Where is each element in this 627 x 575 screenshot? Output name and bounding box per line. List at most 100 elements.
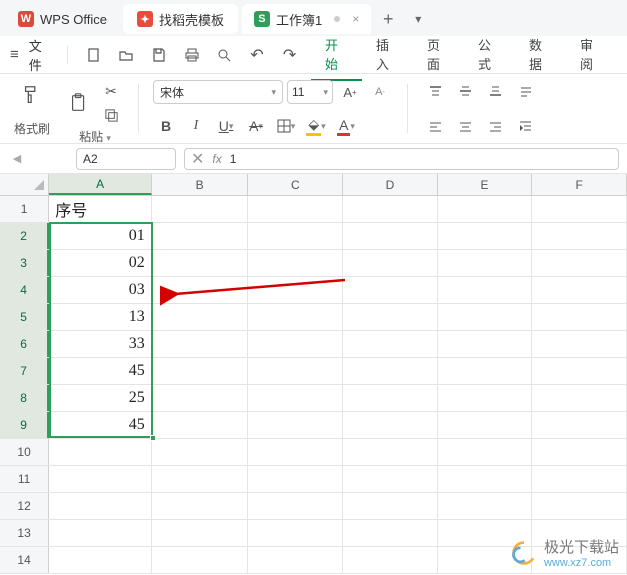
row-header-9[interactable]: 9 <box>0 412 49 438</box>
menu-start[interactable]: 开始 <box>311 29 362 81</box>
cell-C4[interactable] <box>248 277 343 303</box>
hamburger-icon[interactable]: ≡ <box>10 46 19 63</box>
strikethrough-icon[interactable]: A ▾ <box>243 115 269 137</box>
cell-B7[interactable] <box>152 358 249 384</box>
row-header-2[interactable]: 2 <box>0 223 49 249</box>
fx-icon[interactable]: fx <box>212 152 221 166</box>
cell-A8[interactable]: 25 <box>49 385 152 411</box>
align-center-icon[interactable] <box>452 115 478 137</box>
cell-A14[interactable] <box>49 547 152 573</box>
cell-B8[interactable] <box>152 385 249 411</box>
undo-icon[interactable]: ↶ <box>246 43 269 67</box>
cell-E9[interactable] <box>438 412 533 438</box>
col-header-E[interactable]: E <box>438 174 533 195</box>
cell-F7[interactable] <box>532 358 627 384</box>
cut-icon[interactable]: ✂ <box>98 80 124 102</box>
menu-review[interactable]: 审阅 <box>566 29 617 81</box>
spreadsheet-grid[interactable]: ABCDEF1序号2013024035136337458259451011121… <box>0 174 627 574</box>
cell-D13[interactable] <box>343 520 438 546</box>
cell-E12[interactable] <box>438 493 533 519</box>
format-painter-label[interactable]: 格式刷 <box>14 120 50 137</box>
cell-A1[interactable]: 序号 <box>49 196 152 222</box>
italic-icon[interactable]: I <box>183 115 209 137</box>
bold-icon[interactable]: B <box>153 115 179 137</box>
row-header-1[interactable]: 1 <box>0 196 49 222</box>
cell-D12[interactable] <box>343 493 438 519</box>
cell-F6[interactable] <box>532 331 627 357</box>
col-header-B[interactable]: B <box>152 174 249 195</box>
cell-E11[interactable] <box>438 466 533 492</box>
col-header-C[interactable]: C <box>248 174 343 195</box>
menu-formula[interactable]: 公式 <box>464 29 515 81</box>
align-bottom-icon[interactable] <box>482 80 508 102</box>
cell-B11[interactable] <box>152 466 249 492</box>
cell-C2[interactable] <box>248 223 343 249</box>
cell-B1[interactable] <box>152 196 249 222</box>
cell-D8[interactable] <box>343 385 438 411</box>
row-header-4[interactable]: 4 <box>0 277 49 303</box>
cell-E8[interactable] <box>438 385 533 411</box>
cell-F8[interactable] <box>532 385 627 411</box>
row-header-8[interactable]: 8 <box>0 385 49 411</box>
sheet-scroll-left-icon[interactable]: ◀ <box>8 152 26 165</box>
cell-C5[interactable] <box>248 304 343 330</box>
cell-A2[interactable]: 01 <box>49 223 152 249</box>
menu-page[interactable]: 页面 <box>413 29 464 81</box>
fill-handle[interactable] <box>150 435 156 441</box>
row-header-13[interactable]: 13 <box>0 520 49 546</box>
underline-icon[interactable]: U ▾ <box>213 115 239 137</box>
paste-icon[interactable] <box>66 88 92 118</box>
cell-B3[interactable] <box>152 250 249 276</box>
cell-A12[interactable] <box>49 493 152 519</box>
borders-icon[interactable]: ▾ <box>273 115 299 137</box>
paste-label[interactable]: 粘贴 ▾ <box>79 128 111 145</box>
menu-insert[interactable]: 插入 <box>362 29 413 81</box>
cancel-edit-icon[interactable]: ✕ <box>191 149 204 169</box>
font-grow-icon[interactable]: A+ <box>337 81 363 103</box>
cell-E6[interactable] <box>438 331 533 357</box>
align-right-icon[interactable] <box>482 115 508 137</box>
cell-D3[interactable] <box>343 250 438 276</box>
row-header-10[interactable]: 10 <box>0 439 49 465</box>
menu-data[interactable]: 数据 <box>515 29 566 81</box>
cell-A11[interactable] <box>49 466 152 492</box>
cell-B4[interactable] <box>152 277 249 303</box>
cell-A13[interactable] <box>49 520 152 546</box>
preview-icon[interactable] <box>213 43 236 67</box>
cell-A7[interactable]: 45 <box>49 358 152 384</box>
font-name-select[interactable]: 宋体 ▾ <box>153 80 283 104</box>
formula-bar[interactable]: ✕ fx 1 <box>184 148 619 170</box>
cell-A3[interactable]: 02 <box>49 250 152 276</box>
cell-A10[interactable] <box>49 439 152 465</box>
row-header-3[interactable]: 3 <box>0 250 49 276</box>
font-color-icon[interactable]: A ▾ <box>333 115 359 137</box>
cell-E10[interactable] <box>438 439 533 465</box>
cell-B9[interactable] <box>152 412 249 438</box>
template-tab[interactable]: ✦ 找稻壳模板 <box>123 4 238 34</box>
file-menu-label[interactable]: 文件 <box>29 36 54 74</box>
cell-F1[interactable] <box>532 196 627 222</box>
cell-C7[interactable] <box>248 358 343 384</box>
cell-A9[interactable]: 45 <box>49 412 152 438</box>
cell-D4[interactable] <box>343 277 438 303</box>
cell-C6[interactable] <box>248 331 343 357</box>
cell-C13[interactable] <box>248 520 343 546</box>
cell-B12[interactable] <box>152 493 249 519</box>
format-painter-icon[interactable] <box>19 80 45 110</box>
cell-A5[interactable]: 13 <box>49 304 152 330</box>
align-middle-icon[interactable] <box>452 80 478 102</box>
new-icon[interactable] <box>82 43 105 67</box>
cell-E4[interactable] <box>438 277 533 303</box>
cell-F9[interactable] <box>532 412 627 438</box>
cell-B10[interactable] <box>152 439 249 465</box>
cell-A6[interactable]: 33 <box>49 331 152 357</box>
close-tab-icon[interactable]: × <box>352 12 359 26</box>
cell-F2[interactable] <box>532 223 627 249</box>
row-header-6[interactable]: 6 <box>0 331 49 357</box>
cell-D9[interactable] <box>343 412 438 438</box>
save-icon[interactable] <box>148 43 171 67</box>
row-header-11[interactable]: 11 <box>0 466 49 492</box>
copy-icon[interactable] <box>98 104 124 126</box>
cell-D5[interactable] <box>343 304 438 330</box>
col-header-D[interactable]: D <box>343 174 438 195</box>
